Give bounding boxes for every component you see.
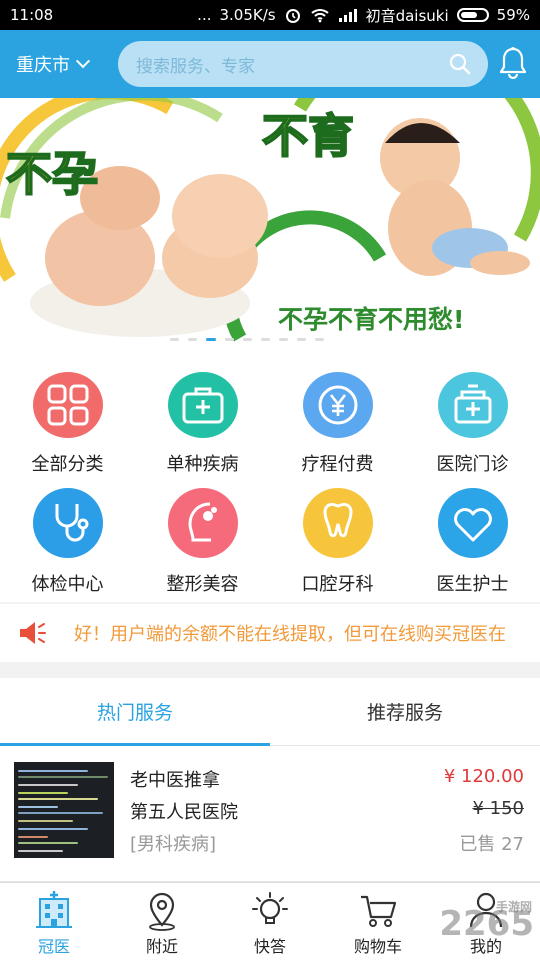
category-item-face[interactable]: 整形美容 (135, 476, 270, 602)
watermark-suffix: 手游网 (495, 900, 532, 914)
category-label: 全部分类 (31, 454, 104, 475)
nav-label: 购物车 (353, 937, 402, 956)
notice-text: 好！用户端的余额不能在线提取，但可在线购买冠医在 (74, 624, 506, 645)
carousel-dot[interactable] (188, 338, 197, 341)
carousel-dot-active[interactable] (206, 338, 216, 341)
status-bar: 11:08 ... 3.05K/s 初音daisuki 59% (0, 0, 540, 30)
nav-item-cart[interactable]: 购物车 (324, 883, 432, 960)
search-input[interactable]: 搜索服务、专家 (118, 41, 488, 87)
hospital-building-icon (36, 891, 72, 928)
battery-icon (456, 8, 489, 22)
cart-icon (361, 895, 397, 927)
carousel-indicator[interactable] (170, 338, 324, 341)
nav-label: 附近 (145, 937, 178, 956)
face-icon (167, 488, 238, 558)
nav-item-quick-answer[interactable]: 快答 (216, 883, 324, 960)
carousel-dot[interactable] (297, 338, 306, 341)
carousel-dot[interactable] (170, 338, 179, 341)
list-item[interactable]: 老中医推拿 第五人民医院 [男科疾病] ¥ 120.00 ¥ 150 已售 27 (0, 746, 540, 882)
watermark: 2265 手游网 (439, 900, 534, 944)
signal-icon (338, 9, 357, 22)
category-item-hospital[interactable]: 医院门诊 (405, 360, 540, 476)
carousel-dot[interactable] (225, 338, 234, 341)
carousel-dot[interactable] (279, 338, 288, 341)
category-label: 整形美容 (166, 574, 239, 595)
tab-label: 热门服务 (96, 702, 173, 724)
category-item-tooth[interactable]: 口腔牙科 (270, 476, 405, 602)
carousel-dot[interactable] (315, 338, 324, 341)
speaker-icon (20, 622, 46, 644)
carrier-name: 初音daisuki (365, 6, 449, 25)
heart-icon (437, 488, 508, 558)
nav-item-nearby[interactable]: 附近 (108, 883, 216, 960)
category-item-stethoscope[interactable]: 体检中心 (0, 476, 135, 602)
hospital-icon (437, 372, 508, 438)
lightbulb-icon (252, 892, 288, 924)
tab-hot-services[interactable]: 热门服务 (0, 678, 270, 746)
status-time: 11:08 (10, 6, 54, 24)
carousel-dot[interactable] (243, 338, 252, 341)
alarm-icon (285, 9, 300, 23)
category-label: 医院门诊 (436, 454, 509, 475)
carousel-dot[interactable] (261, 338, 270, 341)
category-label: 体检中心 (31, 574, 104, 595)
search-placeholder: 搜索服务、专家 (136, 56, 255, 77)
banner-illustration: 不孕 不育 不孕不育不用愁! (0, 98, 540, 360)
tooth-icon (302, 488, 373, 558)
category-label: 单种疾病 (166, 454, 239, 475)
nav-item-guanyi[interactable]: 冠医 (0, 883, 108, 960)
category-label: 口腔牙科 (301, 574, 374, 595)
city-label: 重庆市 (16, 55, 70, 76)
product-category-tag: [男科疾病] (130, 834, 217, 855)
tab-recommended-services[interactable]: 推荐服务 (270, 678, 540, 745)
notice-bar[interactable]: 好！用户端的余额不能在线提取，但可在线购买冠医在 (0, 604, 540, 662)
category-item-grid[interactable]: 全部分类 (0, 360, 135, 476)
product-hospital: 第五人民医院 (130, 802, 238, 823)
wifi-icon (310, 9, 329, 23)
medical-kit-icon (167, 372, 238, 438)
top-bar: 重庆市 搜索服务、专家 (0, 30, 540, 98)
service-tabs: 热门服务 推荐服务 (0, 678, 540, 746)
product-thumbnail (14, 762, 114, 858)
location-pin-icon (149, 892, 175, 931)
product-price: ¥ 120.00 (443, 766, 524, 787)
yen-icon (302, 372, 373, 438)
stethoscope-icon (32, 488, 103, 558)
category-label: 疗程付费 (301, 454, 374, 475)
category-item-medical-kit[interactable]: 单种疾病 (135, 360, 270, 476)
banner-text-2: 不育 (262, 109, 354, 163)
category-grid: 全部分类 单种疾病 疗程付费 医院门诊体检中心 整形美容 口腔牙科 医生护士 (0, 360, 540, 602)
status-dots: ... (197, 6, 212, 24)
promo-banner[interactable]: 不孕 不育 不孕不育不用愁! (0, 98, 540, 360)
category-label: 医生护士 (436, 574, 509, 595)
chevron-down-icon (75, 54, 91, 69)
banner-text-1: 不孕 (6, 147, 98, 201)
nav-label: 快答 (253, 937, 286, 956)
grid-icon (32, 372, 103, 438)
product-name: 老中医推拿 (130, 770, 220, 791)
category-item-heart[interactable]: 医生护士 (405, 476, 540, 602)
nav-label: 冠医 (37, 937, 70, 956)
bell-icon[interactable] (498, 46, 528, 80)
network-speed: 3.05K/s (219, 6, 276, 24)
category-item-yen[interactable]: 疗程付费 (270, 360, 405, 476)
banner-slogan: 不孕不育不用愁! (278, 305, 464, 334)
product-sold-count: 已售 27 (459, 834, 524, 855)
search-icon[interactable] (448, 52, 472, 76)
battery-level: 59% (496, 6, 530, 24)
tab-label: 推荐服务 (366, 702, 443, 724)
product-original-price: ¥ 150 (472, 798, 524, 819)
city-selector[interactable]: 重庆市 (16, 51, 116, 77)
